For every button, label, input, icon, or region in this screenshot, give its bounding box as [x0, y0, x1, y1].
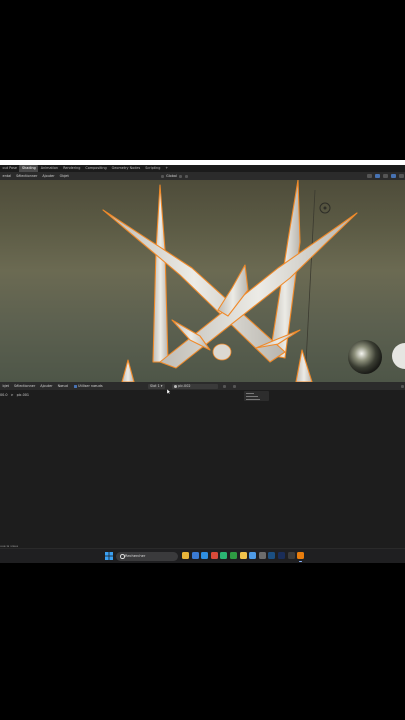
mouse-cursor-icon	[167, 389, 171, 394]
search-icon	[120, 554, 125, 559]
taskbar-search-input[interactable]: Rechercher	[116, 551, 178, 561]
visibility-icon[interactable]	[366, 174, 372, 178]
blender-window: out Pose Shading Animation Rendering Composi…	[0, 160, 405, 563]
tab-compositing[interactable]: Compositing	[83, 165, 109, 172]
edge-line	[304, 189, 316, 382]
shader-editor-menus: bjet Sélectionner Ajouter Nœud	[0, 384, 70, 388]
checkbox-icon	[73, 384, 77, 388]
unlink-icon[interactable]	[233, 384, 236, 388]
shader-menu-1[interactable]: Sélectionner	[12, 382, 38, 390]
edge-icon[interactable]	[220, 552, 228, 559]
store-icon[interactable]	[201, 552, 209, 559]
use-nodes-toggle[interactable]: Utiliser nœuds	[71, 382, 105, 390]
chrome-icon[interactable]	[210, 552, 218, 559]
snap-icon[interactable]	[178, 174, 182, 178]
breadcrumb: 00.0 > pic.001	[0, 393, 29, 397]
slot-label: Slot 1	[150, 383, 160, 388]
xray-toggle-icon[interactable]	[390, 174, 396, 178]
pin-icon[interactable]	[223, 384, 226, 388]
viewport-menu-1[interactable]: Sélectionner	[14, 172, 40, 180]
popup-menu[interactable]	[244, 391, 269, 401]
viewport-menu-0[interactable]: ental	[0, 172, 14, 180]
breadcrumb-material: pic.001	[16, 393, 30, 397]
transform-orientation-select[interactable]: Global	[160, 172, 189, 180]
tab-animation[interactable]: Animation	[38, 165, 60, 172]
proportional-edit-icon[interactable]	[185, 174, 189, 178]
overlay-toggle-icon[interactable]	[382, 174, 388, 178]
panel-toggle-icon[interactable]	[401, 384, 404, 388]
use-nodes-label: Utiliser nœuds	[77, 384, 103, 388]
view-mode-label: Global	[166, 174, 177, 178]
sphere-joint	[212, 343, 232, 361]
tab-[interactable]: +	[163, 165, 171, 172]
menu-line	[246, 393, 254, 394]
orientation-icon	[161, 174, 164, 178]
windows-taskbar: Rechercher	[0, 548, 405, 563]
tab-shading[interactable]: Shading	[19, 165, 39, 172]
hdri-diffuse-sphere	[392, 343, 405, 369]
steam-icon[interactable]	[268, 552, 276, 559]
material-sphere-icon	[174, 384, 177, 388]
tab-scripting[interactable]: Scripting	[143, 165, 163, 172]
shading-controls	[366, 172, 405, 180]
viewport-menu-3[interactable]: Objet	[57, 172, 71, 180]
breadcrumb-object: 00.0	[0, 393, 8, 397]
workspace-tabs: out Pose Shading Animation Rendering Composi…	[0, 165, 405, 172]
file-explorer-icon[interactable]	[182, 552, 189, 559]
mail-icon[interactable]	[191, 552, 199, 559]
viewport-menu-2[interactable]: Ajouter	[40, 172, 57, 180]
shader-editor-header: bjet Sélectionner Ajouter Nœud Utiliser nœu…	[0, 382, 405, 390]
viewport-menus: ental Sélectionner Ajouter Objet	[0, 174, 71, 178]
3d-viewport[interactable]	[0, 180, 405, 382]
solid-shading-icon[interactable]	[399, 174, 404, 178]
shader-menu-3[interactable]: Nœud	[55, 382, 70, 390]
light-gizmo-center	[323, 206, 327, 210]
windows-start-icon[interactable]	[105, 552, 113, 560]
tab-geometry-nodes[interactable]: Geometry Nodes	[109, 165, 143, 172]
3d-scene	[102, 180, 405, 382]
menu-line	[246, 399, 260, 400]
shader-node-editor[interactable]: 00.0 > pic.001	[0, 390, 405, 548]
gizmo-toggle-icon[interactable]	[374, 174, 380, 178]
photos-icon[interactable]	[249, 552, 257, 559]
spike-vertical-left	[152, 184, 169, 363]
viewport-header: ental Sélectionner Ajouter Objet Global	[0, 172, 405, 180]
spike-stub-right	[295, 349, 313, 382]
search-placeholder: Rechercher	[125, 553, 146, 558]
shader-menu-0[interactable]: bjet	[0, 382, 12, 390]
tab-out-pose[interactable]: out Pose	[0, 165, 19, 172]
tab-rendering[interactable]: Rendering	[61, 165, 83, 172]
breadcrumb-separator: >	[10, 393, 14, 397]
menu-line	[246, 396, 258, 397]
spike-stub-left	[121, 359, 135, 382]
hdri-preview-sphere	[348, 340, 382, 374]
video-icon[interactable]	[258, 552, 266, 559]
material-name: pic.002	[178, 383, 191, 388]
blender-icon[interactable]	[297, 552, 305, 562]
shader-menu-2[interactable]: Ajouter	[38, 382, 55, 390]
obs-icon[interactable]	[287, 552, 295, 559]
photoshop-icon[interactable]	[278, 552, 285, 559]
folder-icon[interactable]	[239, 552, 247, 559]
material-slot-select[interactable]: Slot 1 ▾	[148, 383, 165, 389]
material-name-field[interactable]: pic.002	[172, 383, 218, 389]
xbox-icon[interactable]	[230, 552, 237, 559]
